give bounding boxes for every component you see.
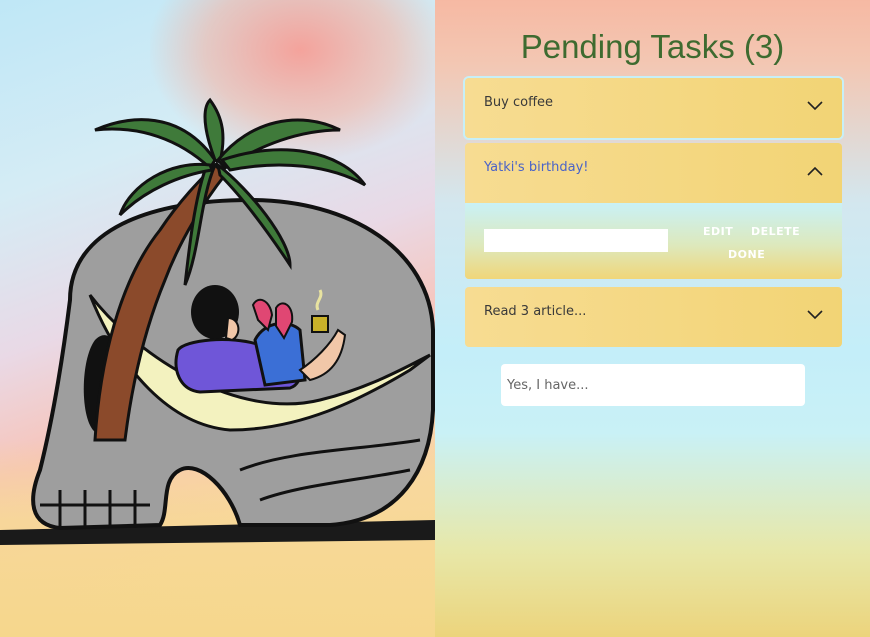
- chevron-down-icon[interactable]: [806, 309, 824, 321]
- done-button[interactable]: DONE: [728, 248, 765, 261]
- task-header[interactable]: Buy coffee: [465, 78, 842, 138]
- edit-button[interactable]: EDIT: [703, 225, 733, 238]
- chevron-down-icon[interactable]: [806, 100, 824, 112]
- task-item[interactable]: Buy coffee: [465, 78, 842, 138]
- task-panel: Pending Tasks (3) Buy coffee Yatki's bir…: [435, 0, 870, 637]
- task-detail: EDIT DELETE DONE: [465, 203, 842, 279]
- task-item[interactable]: Yatki's birthday! EDIT DELETE DONE: [465, 143, 842, 279]
- illustration-panel: [0, 0, 435, 637]
- task-label: Read 3 article...: [484, 304, 587, 319]
- delete-button[interactable]: DELETE: [751, 225, 800, 238]
- task-label: Yatki's birthday!: [484, 160, 589, 175]
- coffee-cup: [311, 315, 329, 333]
- new-task-input[interactable]: [501, 364, 805, 406]
- task-item[interactable]: Read 3 article...: [465, 287, 842, 347]
- chevron-up-icon[interactable]: [806, 165, 824, 177]
- task-label: Buy coffee: [484, 95, 554, 110]
- task-header[interactable]: Read 3 article...: [465, 287, 842, 347]
- task-header[interactable]: Yatki's birthday!: [465, 143, 842, 203]
- skull-island-illustration: [0, 97, 435, 545]
- person-ear: [224, 316, 240, 342]
- page-title: Pending Tasks (3): [520, 28, 785, 65]
- task-edit-input[interactable]: [484, 229, 668, 252]
